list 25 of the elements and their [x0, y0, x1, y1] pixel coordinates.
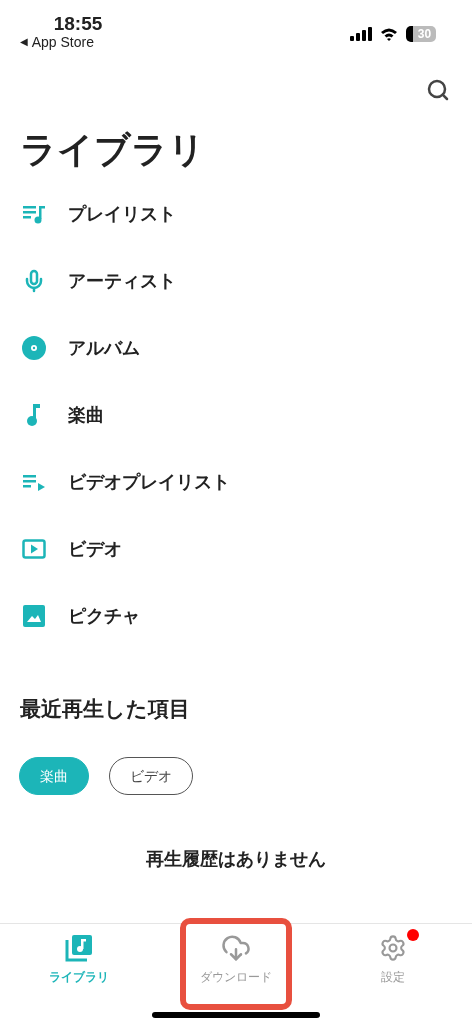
page-title: ライブラリ [20, 132, 205, 168]
library-item[interactable]: ピクチャ [0, 582, 472, 649]
empty-message: 再生履歴はありません [146, 847, 326, 871]
wifi-icon [380, 27, 398, 41]
back-link[interactable]: App Store [31, 34, 94, 50]
filter-chip[interactable]: ビデオ [109, 757, 193, 795]
library-item[interactable]: ビデオ [0, 515, 472, 582]
library-item[interactable]: ビデオプレイリスト [0, 448, 472, 515]
video-icon [22, 537, 46, 560]
library-item[interactable]: 楽曲 [0, 381, 472, 448]
cloud-download-icon [221, 933, 251, 963]
library-item[interactable]: アーティスト [0, 247, 472, 314]
music-note-icon [26, 402, 42, 427]
library-icon [64, 934, 93, 962]
signal-icon [350, 27, 372, 41]
search-button[interactable] [426, 78, 450, 102]
battery-indicator: 30 [406, 26, 436, 42]
back-arrow[interactable]: ◀ [20, 34, 28, 50]
disc-icon [22, 335, 46, 360]
settings-icon [379, 934, 408, 962]
image-icon [23, 604, 45, 627]
section-heading: 最近再生した項目 [20, 696, 191, 723]
library-item[interactable]: プレイリスト [0, 180, 472, 247]
status-time: 18:55 [53, 14, 103, 34]
library-item[interactable]: アルバム [0, 314, 472, 381]
